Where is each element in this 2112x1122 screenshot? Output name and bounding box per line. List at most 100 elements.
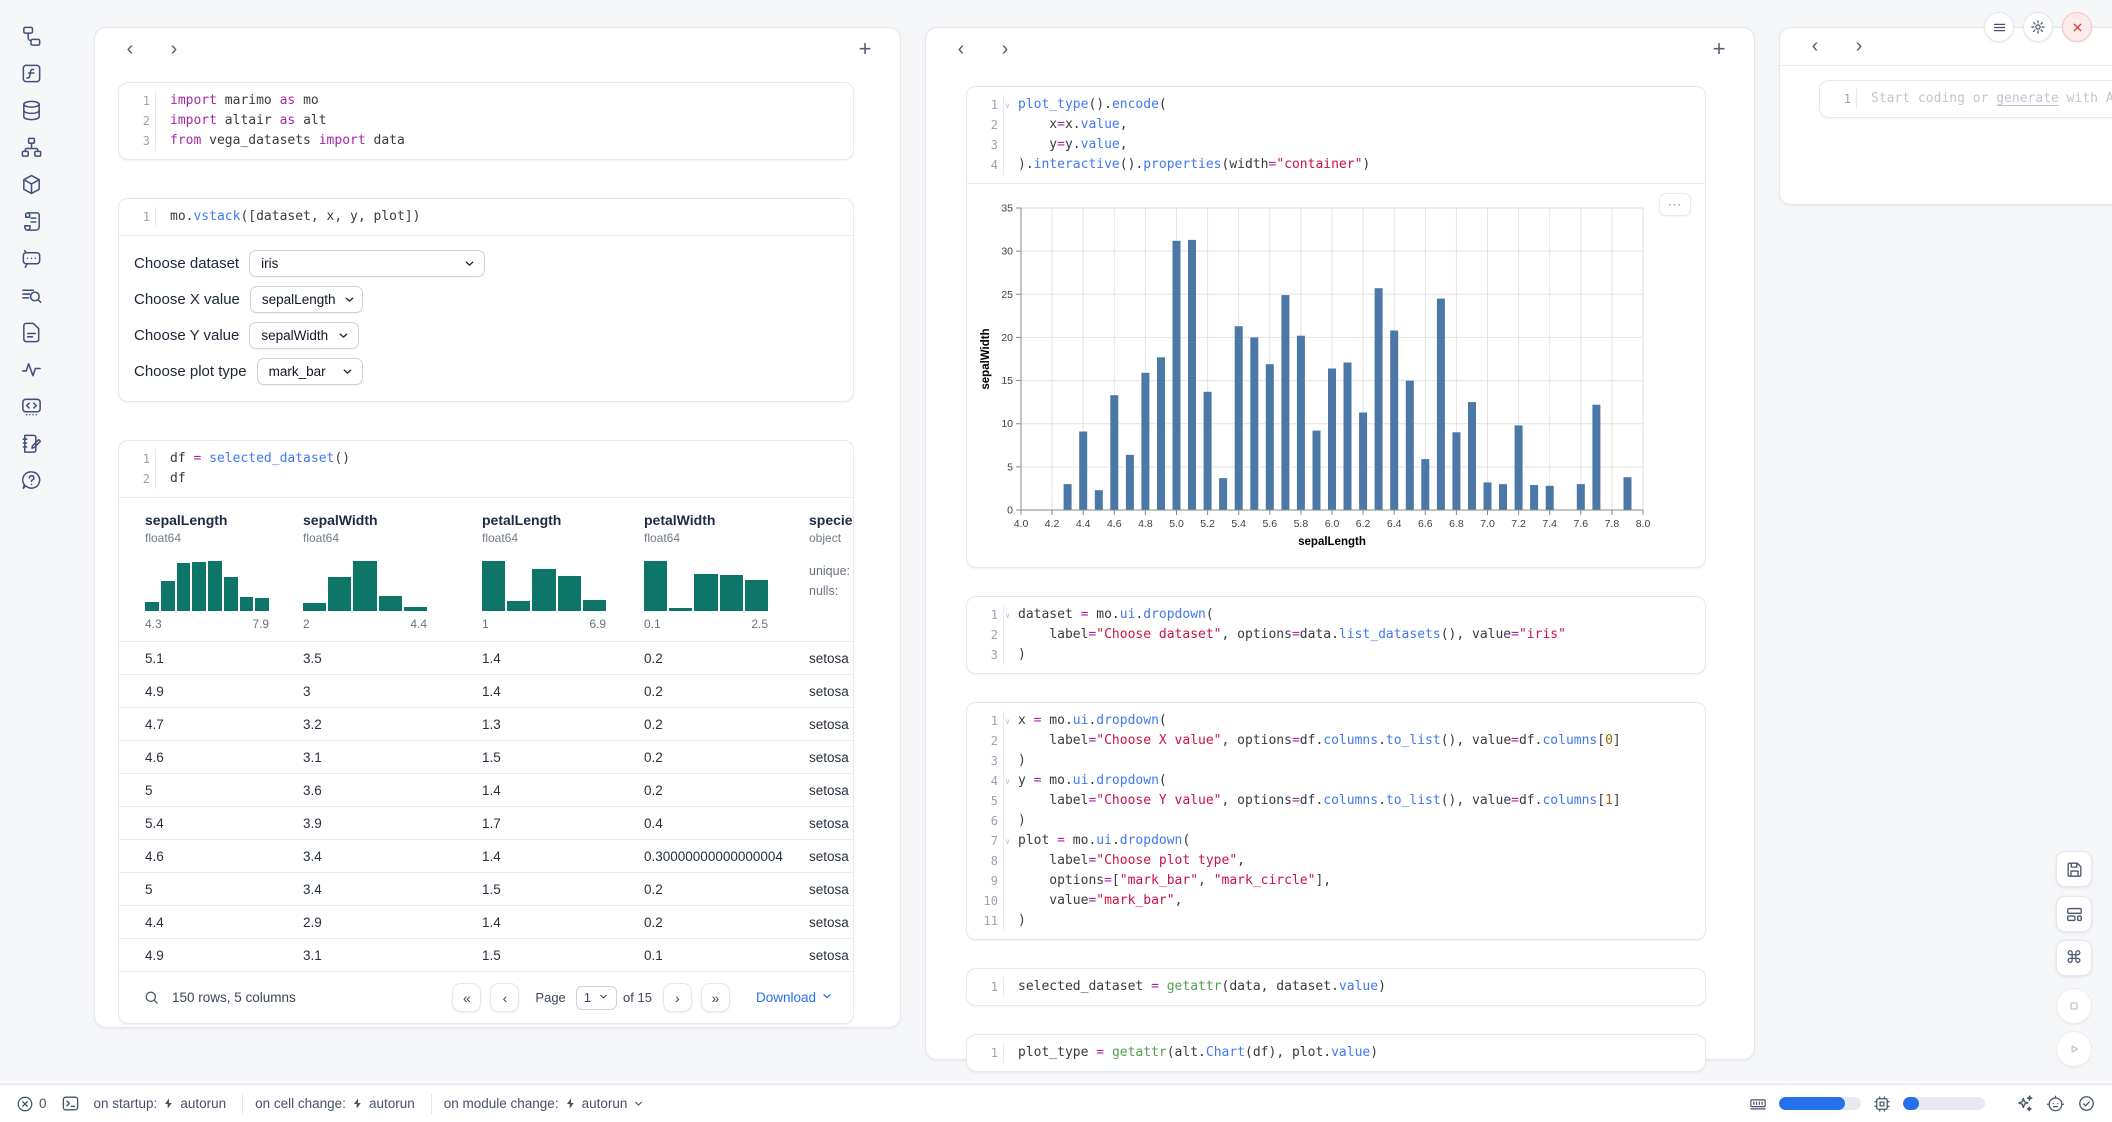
choose-x-value-select[interactable]: sepalLength	[250, 286, 363, 313]
column-header-species[interactable]: speciesobjectunique:nulls:	[809, 512, 854, 631]
sidebar-logs-icon[interactable]	[19, 209, 44, 234]
sidebar-function-icon[interactable]	[19, 61, 44, 86]
chevron-right-icon[interactable]: ›	[159, 34, 189, 64]
chevron-down-icon	[463, 257, 476, 270]
on-startup-setting[interactable]: on startup: autorun	[94, 1096, 227, 1111]
save-button[interactable]	[2056, 851, 2092, 887]
page-select[interactable]: 1	[576, 986, 617, 1010]
cell-selected-dataset[interactable]: 1selected_dataset = getattr(data, datase…	[966, 968, 1706, 1006]
search-icon[interactable]	[143, 989, 160, 1006]
column-header-sepalLength[interactable]: sepalLengthfloat644.37.9	[145, 512, 303, 631]
table-row[interactable]: 5.13.51.40.2setosa	[119, 641, 853, 674]
settings-button[interactable]	[2023, 12, 2053, 42]
prev-page-button[interactable]: ‹	[490, 983, 519, 1012]
ai-sparkles-icon[interactable]	[2015, 1094, 2034, 1113]
code-line: 3)	[967, 645, 1705, 665]
cell-dataset-dropdown[interactable]: 1∨dataset = mo.ui.dropdown(2 label="Choo…	[966, 596, 1706, 674]
fold-marker-icon[interactable]: ∨	[1005, 832, 1010, 852]
choose-y-value-select[interactable]: sepalWidth	[249, 322, 359, 349]
add-cell-button[interactable]: +	[850, 34, 880, 64]
chatbot-icon[interactable]	[2046, 1094, 2065, 1113]
svg-text:6.6: 6.6	[1418, 518, 1433, 530]
sidebar-snippets-icon[interactable]	[19, 394, 44, 419]
generate-with-ai-link[interactable]: generate	[1996, 91, 2059, 106]
layout-toggle-button[interactable]	[2056, 896, 2092, 932]
connection-status-icon[interactable]	[2077, 1094, 2096, 1113]
sidebar-scratchpad-icon[interactable]	[19, 431, 44, 456]
choose-plot-type-select[interactable]: mark_bar	[257, 358, 363, 385]
column-header-sepalWidth[interactable]: sepalWidthfloat6424.4	[303, 512, 482, 631]
line-number: 1	[119, 207, 155, 227]
svg-text:5.0: 5.0	[1169, 518, 1184, 530]
fold-marker-icon[interactable]: ∨	[1005, 96, 1010, 116]
table-cell: 5.4	[145, 816, 303, 831]
cell-plot-type[interactable]: 1plot_type = getattr(alt.Chart(df), plot…	[966, 1034, 1706, 1072]
on-module-change-setting[interactable]: on module change: autorun	[444, 1096, 646, 1111]
chart-menu-button[interactable]: ⋯	[1659, 193, 1691, 216]
code-line: 2 label="Choose dataset", options=data.l…	[967, 625, 1705, 645]
stop-kernel-button[interactable]	[2056, 988, 2092, 1024]
sidebar-dependency-graph-icon[interactable]	[19, 135, 44, 160]
table-row[interactable]: 4.931.40.2setosa	[119, 674, 853, 707]
last-page-button[interactable]: »	[701, 983, 730, 1012]
fold-marker-icon[interactable]: ∨	[1005, 772, 1010, 792]
altair-bar-chart[interactable]: 051015202530354.04.24.44.64.85.05.25.45.…	[975, 194, 1667, 556]
download-button[interactable]: Download	[756, 990, 833, 1005]
on-cell-change-setting[interactable]: on cell change: autorun	[255, 1096, 415, 1111]
fold-marker-icon[interactable]: ∨	[1005, 712, 1010, 732]
table-row[interactable]: 4.93.11.50.1setosa	[119, 938, 853, 971]
table-row[interactable]: 5.43.91.70.4setosa	[119, 806, 853, 839]
run-button[interactable]	[2056, 1031, 2092, 1067]
status-bar: 0 on startup: autorun on cell change: au…	[0, 1084, 2112, 1122]
line-number: 2	[967, 625, 1003, 645]
cell-dataframe[interactable]: 1df = selected_dataset()2df sepalLengthf…	[118, 440, 854, 1024]
code-line: 1df = selected_dataset()	[119, 449, 853, 469]
line-number: 2	[967, 115, 1003, 135]
notebook-column-left: ‹ › + 1import marimo as mo2import altair…	[94, 27, 901, 1028]
sidebar-activity-icon[interactable]	[19, 357, 44, 382]
add-cell-button[interactable]: +	[1704, 34, 1734, 64]
table-row[interactable]: 53.41.50.2setosa	[119, 872, 853, 905]
line-number: 9	[967, 871, 1003, 891]
table-row[interactable]: 4.42.91.40.2setosa	[119, 905, 853, 938]
first-page-button[interactable]: «	[452, 983, 481, 1012]
sidebar-documentation-icon[interactable]	[19, 320, 44, 345]
page-total: of 15	[623, 990, 652, 1005]
table-row[interactable]: 4.63.41.40.30000000000000004setosa	[119, 839, 853, 872]
command-palette-button[interactable]: ⌘	[2056, 940, 2092, 976]
chevron-left-icon[interactable]: ‹	[115, 34, 145, 64]
menu-button[interactable]	[1984, 12, 2014, 42]
sidebar-search-list-icon[interactable]	[19, 283, 44, 308]
chevron-left-icon[interactable]: ‹	[946, 34, 976, 64]
next-page-button[interactable]: ›	[663, 983, 692, 1012]
close-button[interactable]	[2062, 12, 2092, 42]
table-row[interactable]: 4.73.21.30.2setosa	[119, 707, 853, 740]
svg-text:30: 30	[1001, 246, 1013, 258]
cell-xy-plot-dropdowns[interactable]: 1∨x = mo.ui.dropdown(2 label="Choose X v…	[966, 702, 1706, 940]
sidebar-package-icon[interactable]	[19, 172, 44, 197]
table-row[interactable]: 53.61.40.2setosa	[119, 773, 853, 806]
chevron-left-icon[interactable]: ‹	[1800, 32, 1830, 62]
sidebar-file-tree-icon[interactable]	[19, 24, 44, 49]
terminal-button[interactable]	[61, 1094, 80, 1113]
column-header-petalWidth[interactable]: petalWidthfloat640.12.5	[644, 512, 809, 631]
cell-imports[interactable]: 1import marimo as mo2import altair as al…	[118, 82, 854, 160]
choose-dataset-select[interactable]: iris	[249, 250, 485, 277]
cell-plot[interactable]: 1∨plot_type().encode(2 x=x.value,3 y=y.v…	[966, 86, 1706, 568]
scratchpad-cell[interactable]: 1 Start coding or generate with AI	[1819, 80, 2112, 118]
code-line: 1∨plot_type().encode(	[967, 95, 1705, 115]
chevron-right-icon[interactable]: ›	[990, 34, 1020, 64]
chevron-right-icon[interactable]: ›	[1844, 32, 1874, 62]
line-number: 1	[119, 449, 155, 469]
sidebar-help-icon[interactable]	[19, 468, 44, 493]
line-number: 2	[119, 469, 155, 489]
errors-indicator[interactable]: 0	[16, 1095, 47, 1113]
cell-vstack[interactable]: 1mo.vstack([dataset, x, y, plot]) Choose…	[118, 198, 854, 402]
code-editor-placeholder[interactable]: Start coding or generate with AI	[1856, 89, 2112, 109]
table-cell: 1.5	[482, 882, 644, 897]
sidebar-database-icon[interactable]	[19, 98, 44, 123]
column-header-petalLength[interactable]: petalLengthfloat6416.9	[482, 512, 644, 631]
table-row[interactable]: 4.63.11.50.2setosa	[119, 740, 853, 773]
sidebar-ai-chat-icon[interactable]	[19, 246, 44, 271]
fold-marker-icon[interactable]: ∨	[1005, 606, 1010, 626]
